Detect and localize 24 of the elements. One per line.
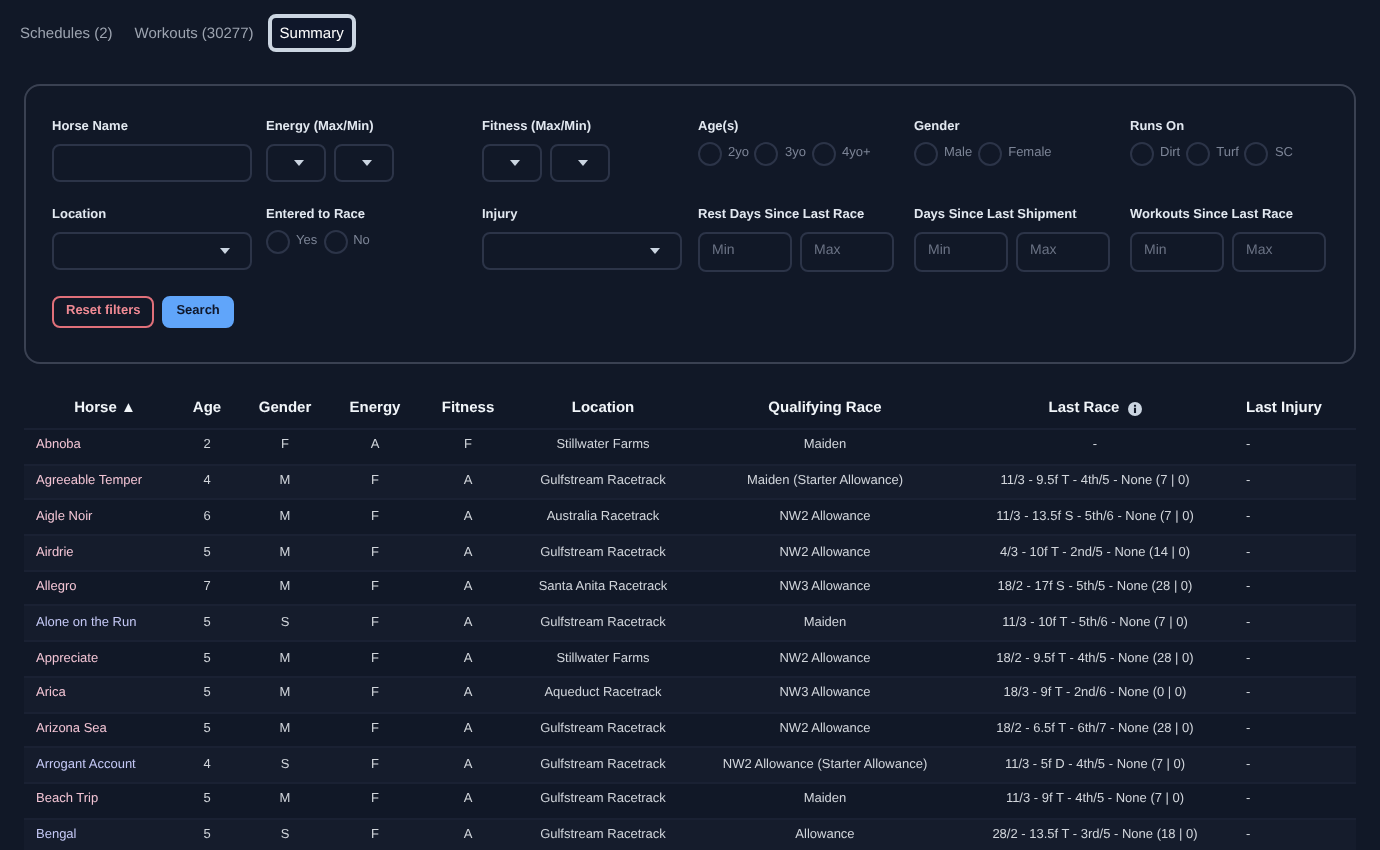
dropdown[interactable] (482, 231, 682, 269)
radio-button[interactable] (754, 142, 779, 167)
radio-button[interactable] (811, 142, 836, 167)
caret-icon (220, 247, 230, 253)
caret-icon (578, 159, 588, 166)
caret-icon (362, 159, 372, 166)
radio-button[interactable] (698, 142, 722, 167)
info-icon (1127, 401, 1142, 415)
text-field[interactable] (52, 143, 252, 182)
radio-button[interactable] (1130, 142, 1154, 167)
caret-icon (650, 247, 660, 253)
radio-button[interactable] (323, 230, 348, 254)
radio-button[interactable] (978, 142, 1003, 167)
radio-button[interactable] (914, 142, 938, 167)
dropdown[interactable] (334, 143, 394, 182)
caret-icon (510, 159, 520, 166)
dropdown[interactable] (482, 143, 542, 182)
radio-button[interactable] (266, 230, 290, 254)
dropdown[interactable] (550, 143, 610, 182)
dropdown[interactable] (266, 143, 326, 182)
dropdown[interactable] (52, 231, 252, 269)
radio-button[interactable] (1186, 142, 1211, 167)
radio-button[interactable] (1244, 142, 1269, 167)
caret-icon (294, 159, 304, 166)
